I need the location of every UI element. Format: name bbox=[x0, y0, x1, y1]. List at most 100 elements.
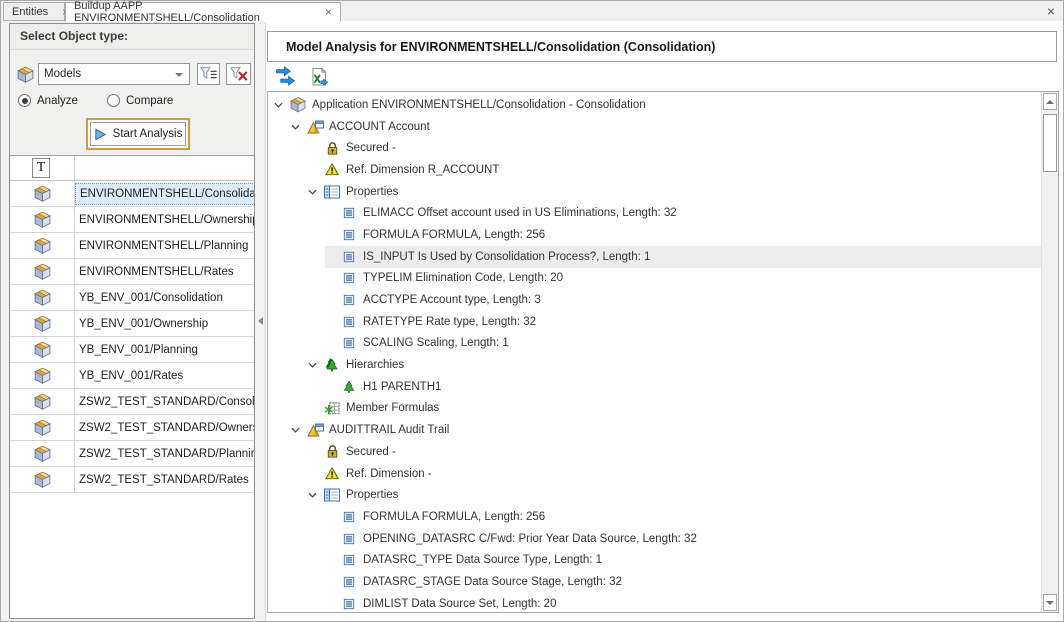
tree-item-label: SCALING Scaling, Length: 1 bbox=[363, 337, 509, 349]
scrollbar-thumb[interactable] bbox=[1043, 114, 1057, 172]
tree-item[interactable]: SCALING Scaling, Length: 1 bbox=[268, 333, 1041, 355]
analyze-arrows-button[interactable] bbox=[273, 65, 297, 89]
triangle-up-icon bbox=[1046, 100, 1054, 104]
tree-item[interactable]: OPENING_DATASRC C/Fwd: Prior Year Data S… bbox=[268, 528, 1041, 550]
chevron-down-icon[interactable] bbox=[274, 102, 289, 108]
property-icon bbox=[340, 207, 358, 219]
clear-filter-icon bbox=[229, 65, 249, 83]
tree-item-label: Secured - bbox=[346, 142, 396, 154]
tree-item[interactable]: Ref. Dimension R_ACCOUNT bbox=[268, 159, 1041, 181]
radio-compare[interactable]: Compare bbox=[107, 94, 173, 107]
object-type-dropdown[interactable]: Models bbox=[38, 63, 190, 85]
tree-item[interactable]: RATETYPE Rate type, Length: 32 bbox=[268, 311, 1041, 333]
tree-item-label: OPENING_DATASRC C/Fwd: Prior Year Data S… bbox=[363, 533, 697, 545]
model-row[interactable]: ENVIRONMENTSHELL/Consolidation bbox=[10, 181, 254, 207]
model-row[interactable]: ZSW2_TEST_STANDARD/Consoli... bbox=[10, 389, 254, 415]
analyze-arrows-icon bbox=[275, 66, 296, 87]
tree-item[interactable]: FORMULA FORMULA, Length: 256 bbox=[268, 506, 1041, 528]
tree-item[interactable]: FORMULA FORMULA, Length: 256 bbox=[268, 224, 1041, 246]
model-name: ENVIRONMENTSHELL/Planning bbox=[75, 235, 252, 257]
tree-item[interactable]: Secured - bbox=[268, 137, 1041, 159]
chevron-down-icon[interactable] bbox=[308, 362, 323, 368]
model-name: ENVIRONMENTSHELL/Consolidation bbox=[75, 183, 254, 205]
start-analysis-button[interactable]: Start Analysis bbox=[90, 122, 186, 146]
tree-item[interactable]: Properties bbox=[268, 181, 1041, 203]
filter-button[interactable] bbox=[197, 63, 220, 85]
model-cube-icon bbox=[33, 418, 52, 437]
analysis-tree: Application ENVIRONMENTSHELL/Consolidati… bbox=[267, 91, 1059, 613]
model-name: ZSW2_TEST_STANDARD/Rates bbox=[75, 469, 253, 491]
chevron-down-icon[interactable] bbox=[308, 492, 323, 498]
properties-table-icon bbox=[323, 488, 341, 502]
model-row[interactable]: YB_ENV_001/Consolidation bbox=[10, 285, 254, 311]
property-icon bbox=[340, 511, 358, 523]
tree-item[interactable]: Ref. Dimension - bbox=[268, 463, 1041, 485]
tree-item-label: DIMLIST Data Source Set, Length: 20 bbox=[363, 598, 556, 610]
radio-analyze[interactable]: Analyze bbox=[18, 94, 78, 107]
tree-item[interactable]: Hierarchies bbox=[268, 354, 1041, 376]
tree-item[interactable]: H1 PARENTH1 bbox=[268, 376, 1041, 398]
tree-item[interactable]: IS_INPUT Is Used by Consolidation Proces… bbox=[268, 246, 1041, 268]
property-icon bbox=[340, 229, 358, 241]
tree-item[interactable]: AUDITTRAIL Audit Trail bbox=[268, 419, 1041, 441]
text-filter-icon[interactable]: T bbox=[32, 158, 50, 178]
tree-item[interactable]: Application ENVIRONMENTSHELL/Consolidati… bbox=[268, 94, 1041, 116]
model-row[interactable]: ENVIRONMENTSHELL/Rates bbox=[10, 259, 254, 285]
model-row[interactable]: ZSW2_TEST_STANDARD/Rates bbox=[10, 467, 254, 493]
model-row[interactable]: ENVIRONMENTSHELL/Planning bbox=[10, 233, 254, 259]
tree-item[interactable]: TYPELIM Elimination Code, Length: 20 bbox=[268, 268, 1041, 290]
export-excel-button[interactable] bbox=[307, 65, 331, 89]
property-icon bbox=[340, 272, 358, 284]
tree-item[interactable]: ACCOUNT Account bbox=[268, 116, 1041, 138]
filter-icon bbox=[199, 65, 219, 83]
model-row[interactable]: YB_ENV_001/Planning bbox=[10, 337, 254, 363]
chevron-down-icon[interactable] bbox=[291, 427, 306, 433]
property-icon bbox=[340, 251, 358, 263]
model-cube-icon bbox=[33, 444, 52, 463]
ref-warning-icon bbox=[323, 466, 341, 481]
model-name: YB_ENV_001/Planning bbox=[75, 339, 202, 361]
tree-item-label: ELIMACC Offset account used in US Elimin… bbox=[363, 207, 677, 219]
panel-splitter[interactable] bbox=[255, 21, 266, 622]
ref-warning-icon bbox=[323, 162, 341, 177]
models-table-body: ENVIRONMENTSHELL/ConsolidationENVIRONMEN… bbox=[10, 181, 254, 493]
model-cube-icon bbox=[33, 184, 52, 203]
tree-item-label: AUDITTRAIL Audit Trail bbox=[329, 424, 449, 436]
tree-item[interactable]: ELIMACC Offset account used in US Elimin… bbox=[268, 202, 1041, 224]
model-row[interactable]: ZSW2_TEST_STANDARD/Planning bbox=[10, 441, 254, 467]
tree-item[interactable]: Member Formulas bbox=[268, 398, 1041, 420]
clear-filter-button[interactable] bbox=[226, 63, 251, 85]
model-row[interactable]: YB_ENV_001/Rates bbox=[10, 363, 254, 389]
tree-item[interactable]: DATASRC_TYPE Data Source Type, Length: 1 bbox=[268, 549, 1041, 571]
tab-buildup[interactable]: Buildup AAPP ENVIRONMENTSHELL/Consolidat… bbox=[65, 2, 341, 22]
panel-title: Select Object type: bbox=[10, 24, 254, 50]
close-icon[interactable]: × bbox=[325, 6, 332, 18]
tree-item[interactable]: Properties bbox=[268, 484, 1041, 506]
tree-item-label: FORMULA FORMULA, Length: 256 bbox=[363, 229, 545, 241]
scroll-up-button[interactable] bbox=[1043, 93, 1057, 110]
tree-item[interactable]: DIMLIST Data Source Set, Length: 20 bbox=[268, 593, 1041, 612]
tree-item-label: DATASRC_TYPE Data Source Type, Length: 1 bbox=[363, 554, 602, 566]
model-analysis-panel: Model Analysis for ENVIRONMENTSHELL/Cons… bbox=[266, 21, 1063, 621]
close-icon[interactable]: × bbox=[1047, 4, 1055, 18]
model-row[interactable]: YB_ENV_001/Ownership bbox=[10, 311, 254, 337]
tab-entities[interactable]: Entities × bbox=[3, 2, 65, 21]
tree-item[interactable]: DATASRC_STAGE Data Source Stage, Length:… bbox=[268, 571, 1041, 593]
collapse-left-icon[interactable] bbox=[258, 317, 263, 325]
model-cube-icon bbox=[33, 470, 52, 489]
chevron-down-icon[interactable] bbox=[308, 189, 323, 195]
scroll-down-button[interactable] bbox=[1043, 594, 1057, 611]
vertical-scrollbar[interactable] bbox=[1041, 92, 1058, 612]
properties-table-icon bbox=[323, 185, 341, 199]
model-name: YB_ENV_001/Rates bbox=[75, 365, 187, 387]
model-row[interactable]: ENVIRONMENTSHELL/Ownership bbox=[10, 207, 254, 233]
hierarchy-single-icon bbox=[340, 380, 358, 394]
property-icon bbox=[340, 337, 358, 349]
tab-buildup-label: Buildup AAPP ENVIRONMENTSHELL/Consolidat… bbox=[74, 0, 311, 24]
export-excel-icon bbox=[309, 67, 329, 87]
models-table: T ENVIRONMENTSHELL/ConsolidationENVIRONM… bbox=[10, 155, 254, 618]
model-row[interactable]: ZSW2_TEST_STANDARD/Owners... bbox=[10, 415, 254, 441]
tree-item[interactable]: ACCTYPE Account type, Length: 3 bbox=[268, 289, 1041, 311]
chevron-down-icon[interactable] bbox=[291, 124, 306, 130]
tree-item[interactable]: Secured - bbox=[268, 441, 1041, 463]
